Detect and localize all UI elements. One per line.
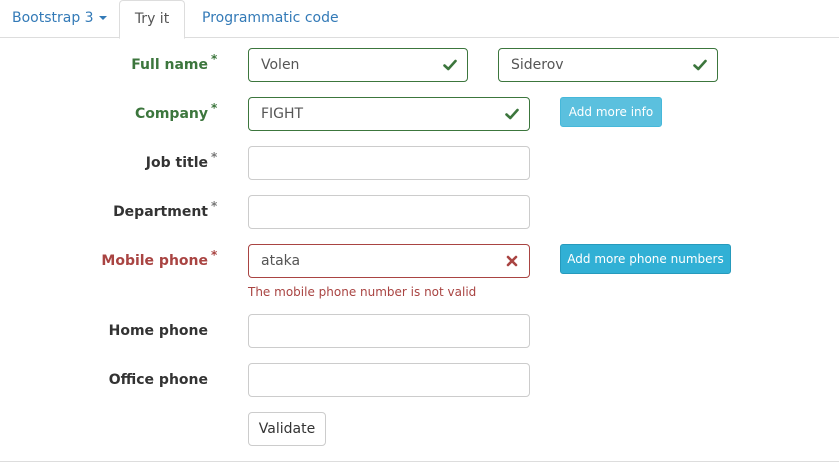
department-input[interactable]	[248, 195, 530, 229]
tab-bar: Bootstrap 3 Try it Programmatic code	[0, 0, 839, 39]
company-value: FIGHT	[261, 106, 304, 122]
mobile-phone-value: ataka	[261, 253, 301, 269]
required-marker: *	[211, 52, 218, 66]
first-name-value: Volen	[261, 57, 300, 73]
check-icon	[693, 59, 707, 71]
tab-programmatic-code[interactable]: Programmatic code	[202, 0, 339, 38]
tab-programmatic-code-label: Programmatic code	[202, 10, 339, 26]
check-icon	[505, 108, 519, 120]
check-icon	[443, 59, 457, 71]
tab-bootstrap-3-label: Bootstrap 3	[12, 10, 94, 26]
tab-try-it[interactable]: Try it	[119, 0, 185, 39]
company-input[interactable]: FIGHT	[248, 97, 530, 131]
last-name-value: Siderov	[511, 57, 564, 73]
add-more-phone-numbers-button[interactable]: Add more phone numbers	[560, 244, 731, 274]
office-phone-input[interactable]	[248, 363, 530, 397]
required-marker: *	[211, 199, 218, 213]
job-title-input[interactable]	[248, 146, 530, 180]
job-title-label: Job title *	[0, 150, 217, 173]
full-name-label: Full name *	[0, 52, 217, 75]
required-marker: *	[211, 248, 218, 262]
divider	[0, 461, 839, 462]
x-icon	[506, 255, 518, 267]
full-name-label-text: Full name	[131, 57, 208, 73]
company-label-text: Company	[134, 106, 208, 122]
last-name-input[interactable]: Siderov	[498, 48, 718, 82]
home-phone-label: Home phone	[0, 321, 208, 341]
department-label-text: Department	[113, 204, 208, 220]
first-name-input[interactable]: Volen	[248, 48, 468, 82]
mobile-phone-label-text: Mobile phone	[101, 253, 208, 269]
office-phone-label: Office phone	[0, 370, 208, 390]
department-label: Department *	[0, 199, 217, 222]
tab-try-it-label: Try it	[134, 11, 170, 27]
mobile-phone-label: Mobile phone *	[0, 248, 217, 271]
office-phone-label-text: Office phone	[108, 372, 208, 388]
home-phone-input[interactable]	[248, 314, 530, 348]
add-more-info-label: Add more info	[568, 105, 654, 119]
mobile-phone-error-message: The mobile phone number is not valid	[248, 285, 477, 299]
validate-button[interactable]: Validate	[248, 412, 326, 446]
home-phone-label-text: Home phone	[108, 323, 208, 339]
tab-bootstrap-3[interactable]: Bootstrap 3	[12, 0, 107, 38]
caret-down-icon	[98, 16, 107, 20]
validate-button-label: Validate	[258, 421, 316, 437]
add-more-phone-numbers-label: Add more phone numbers	[567, 252, 724, 266]
mobile-phone-input[interactable]: ataka	[248, 244, 530, 278]
required-marker: *	[211, 101, 218, 115]
job-title-label-text: Job title	[145, 155, 208, 171]
add-more-info-button[interactable]: Add more info	[560, 97, 662, 127]
required-marker: *	[211, 150, 218, 164]
company-label: Company *	[0, 101, 217, 124]
